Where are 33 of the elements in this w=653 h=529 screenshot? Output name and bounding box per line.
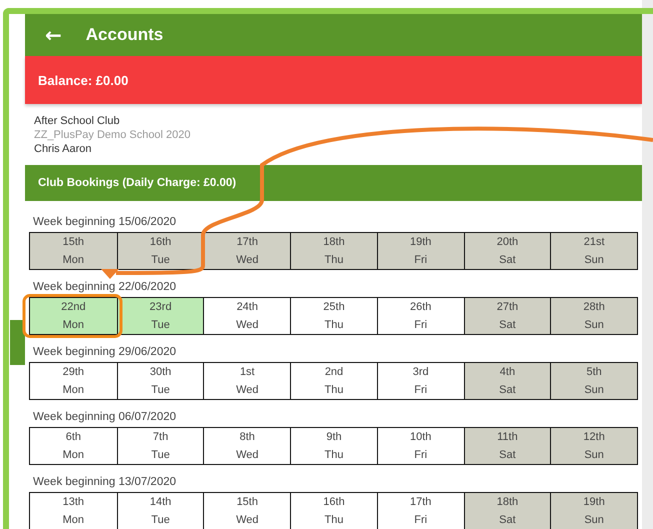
day-cell[interactable]: 17th Wed [203, 233, 290, 269]
back-button[interactable]: ← [41, 23, 66, 47]
day-cell[interactable]: 11th Sat [464, 428, 550, 464]
week-label: Week beginning 13/07/2020 [32, 475, 176, 489]
day-cell[interactable]: 22nd Mon [30, 298, 117, 334]
school-name: ZZ_PlusPay Demo School 2020 [34, 128, 192, 142]
day-cell[interactable]: 19th Sun [550, 493, 637, 529]
day-cell[interactable]: 18th Thu [290, 233, 377, 269]
day-cell[interactable]: 20th Sat [464, 233, 550, 269]
week-label: Week beginning 15/06/2020 [32, 215, 176, 229]
week-label: Week beginning 29/06/2020 [32, 345, 176, 359]
child-name: Chris Aaron [34, 142, 92, 156]
day-cell[interactable]: 7th Tue [116, 428, 204, 464]
day-cell[interactable]: 15th Mon [30, 233, 117, 269]
day-cell[interactable]: 16th Tue [116, 233, 204, 269]
club-name: After School Club [34, 114, 121, 128]
page-title: Accounts [86, 25, 164, 45]
day-cell[interactable]: 19th Fri [376, 233, 464, 269]
section-title: Club Bookings (Daily Charge: £0.00) [38, 177, 236, 189]
week-label: Week beginning 06/07/2020 [32, 410, 176, 424]
day-cell[interactable]: 23rd Tue [116, 298, 204, 334]
day-cell[interactable]: 5th Sun [550, 363, 637, 399]
day-cell[interactable]: 28th Sun [550, 298, 637, 334]
day-cell[interactable]: 30th Tue [116, 363, 204, 399]
balance-text: Balance: £0.00 [38, 72, 128, 88]
day-cell[interactable]: 18th Sat [464, 493, 550, 529]
day-cell[interactable]: 14th Tue [116, 493, 204, 529]
week-label: Week beginning 22/06/2020 [32, 280, 176, 294]
day-cell[interactable]: 27th Sat [464, 298, 550, 334]
side-strip [10, 320, 25, 365]
day-cell[interactable]: 21st Sun [550, 233, 637, 269]
day-cell[interactable]: 12th Sun [550, 428, 637, 464]
day-cell[interactable]: 4th Sat [464, 363, 550, 399]
